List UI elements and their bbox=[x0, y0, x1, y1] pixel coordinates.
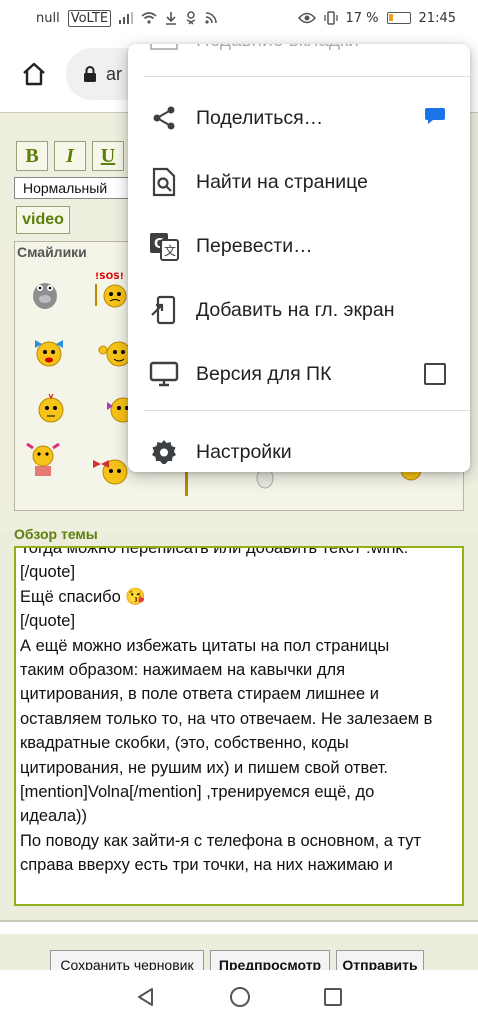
menu-item-add-to-home[interactable]: Добавить на гл. экран bbox=[128, 278, 470, 342]
recents-nav-icon[interactable] bbox=[323, 987, 343, 1007]
vibrate-icon bbox=[323, 11, 338, 25]
italic-button[interactable]: I bbox=[54, 141, 86, 171]
menu-item-settings[interactable]: Настройки bbox=[128, 420, 470, 472]
home-icon bbox=[23, 62, 45, 86]
url-text: ar bbox=[106, 63, 123, 84]
home-button[interactable] bbox=[16, 56, 52, 92]
download-icon bbox=[166, 12, 177, 25]
message-textarea[interactable]: Тогда можно переписать или добавить текс… bbox=[14, 546, 464, 906]
system-nav-bar bbox=[0, 970, 478, 1024]
message-line: Ещё спасибо 😘 bbox=[20, 587, 146, 606]
message-line: По поводу как зайти-я с телефона в основ… bbox=[20, 831, 422, 850]
back-nav-icon[interactable] bbox=[135, 986, 157, 1008]
clock: 21:45 bbox=[418, 10, 456, 26]
menu-item-translate[interactable]: G文 Перевести… bbox=[128, 214, 470, 278]
menu-label-settings: Настройки bbox=[196, 440, 292, 463]
svg-text:!SOS!: !SOS! bbox=[95, 272, 124, 282]
menu-label-translate: Перевести… bbox=[196, 234, 313, 257]
message-line: [/quote] bbox=[20, 563, 76, 582]
status-left: null VoLTE bbox=[36, 9, 217, 27]
rss-icon bbox=[205, 12, 217, 24]
ok-icon bbox=[186, 11, 196, 25]
desktop-icon bbox=[148, 358, 180, 390]
menu-divider bbox=[144, 410, 470, 411]
browser-overflow-menu: Недавние вкладки Поделиться… Найти на ст… bbox=[128, 44, 470, 472]
settings-icon bbox=[148, 436, 180, 468]
desktop-site-checkbox[interactable] bbox=[424, 363, 446, 385]
translate-icon: G文 bbox=[148, 230, 180, 262]
smiles-title: Смайлики bbox=[17, 244, 87, 260]
bold-button[interactable]: B bbox=[16, 141, 48, 171]
video-button[interactable]: video bbox=[16, 206, 70, 234]
status-bar: null VoLTE 17 % 21:45 bbox=[0, 0, 478, 36]
message-line: квадратные скобки, (это, собственно, код… bbox=[20, 734, 349, 753]
topic-review-title: Обзор темы bbox=[14, 526, 98, 542]
menu-label-desktop-site: Версия для ПК bbox=[196, 362, 332, 385]
smiley-hippo-icon[interactable] bbox=[25, 272, 65, 312]
battery-icon bbox=[386, 12, 411, 24]
eye-icon bbox=[297, 12, 316, 24]
message-line: [mention]Volna[/mention] ,тренируемся ещ… bbox=[20, 783, 375, 802]
message-line: оставляем только то, на что отвечаем. Не… bbox=[20, 709, 433, 728]
menu-divider bbox=[144, 76, 470, 77]
message-line: идеала)) bbox=[20, 807, 87, 826]
menu-item-find[interactable]: Найти на странице bbox=[128, 150, 470, 214]
message-line: Тогда можно переписать или добавить текс… bbox=[20, 546, 409, 557]
chat-bubble-icon bbox=[424, 106, 446, 131]
svg-text:文: 文 bbox=[164, 243, 176, 258]
add-to-home-icon bbox=[148, 294, 180, 326]
smiley-ribbon-icon[interactable] bbox=[91, 450, 131, 490]
share-icon bbox=[148, 102, 180, 134]
smiley-plain-icon[interactable] bbox=[31, 388, 71, 428]
message-line: [/quote] bbox=[20, 612, 76, 631]
battery-percent: 17 % bbox=[345, 10, 379, 26]
smiley-sos-icon[interactable]: !SOS! bbox=[91, 270, 131, 310]
menu-label-share: Поделиться… bbox=[196, 106, 324, 129]
action-bar: Сохранить черновик Предпросмотр Отправит… bbox=[0, 920, 478, 980]
message-line: справа вверху есть три точки, на них наж… bbox=[20, 856, 393, 875]
menu-label-add-to-home: Добавить на гл. экран bbox=[196, 298, 395, 321]
message-line: А ещё можно избежать цитаты на пол стран… bbox=[20, 636, 390, 655]
menu-item-desktop-site[interactable]: Версия для ПК bbox=[128, 342, 470, 406]
menu-label-find: Найти на странице bbox=[196, 170, 368, 193]
menu-item-recent-tabs[interactable]: Недавние вкладки bbox=[196, 44, 359, 52]
menu-item-share[interactable]: Поделиться… bbox=[128, 86, 470, 150]
signal-icon bbox=[119, 12, 134, 24]
carrier-text: null bbox=[36, 10, 60, 26]
smiley-pigtails-icon[interactable] bbox=[23, 438, 63, 478]
underline-button[interactable]: U bbox=[92, 141, 124, 171]
message-line: цитирования, не рушим их) и пишем свой о… bbox=[20, 758, 389, 777]
home-nav-icon[interactable] bbox=[228, 985, 252, 1009]
message-text: Тогда можно переписать или добавить текс… bbox=[16, 546, 462, 882]
lock-icon bbox=[84, 66, 96, 82]
wifi-icon bbox=[141, 12, 157, 24]
message-line: таким образом: нажимаем на кавычки для bbox=[20, 661, 346, 680]
volte-badge: VoLTE bbox=[67, 9, 112, 27]
smiley-girl-icon[interactable] bbox=[29, 332, 69, 372]
status-right: 17 % 21:45 bbox=[297, 10, 456, 26]
message-line: цитирования, в поле ответа стираем лишне… bbox=[20, 685, 380, 704]
recent-tabs-icon bbox=[150, 44, 178, 50]
find-in-page-icon bbox=[148, 166, 180, 198]
